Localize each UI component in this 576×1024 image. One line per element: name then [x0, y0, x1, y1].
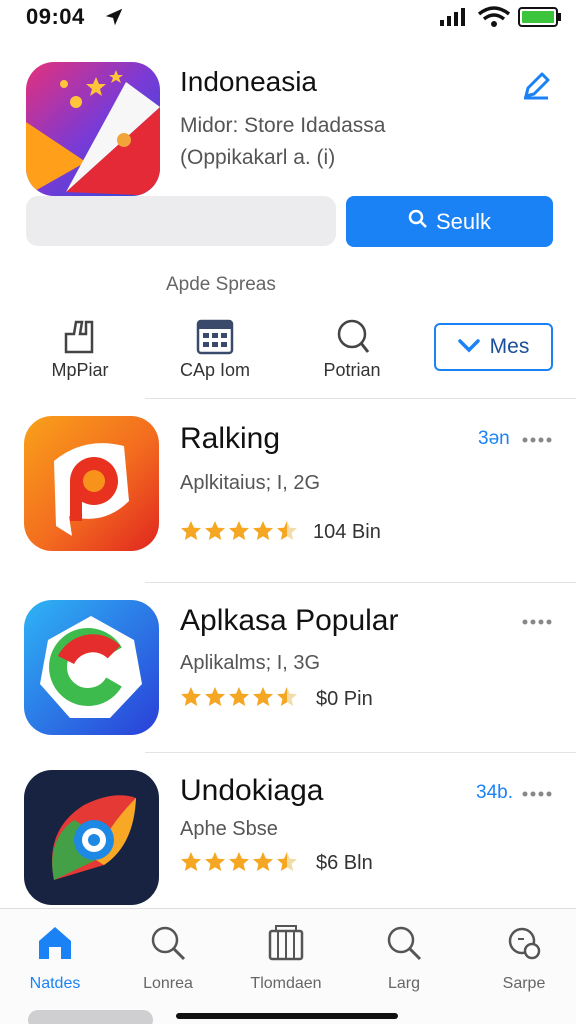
star-icon — [277, 852, 297, 871]
hero-subtitle: Midor: Store Idadassa — [180, 114, 386, 137]
section-label: Apde Spreas — [166, 274, 276, 295]
app-rating-count: 104 Bin — [313, 521, 381, 543]
divider — [145, 752, 576, 753]
home-icon — [5, 917, 105, 969]
category-label: MpPiar — [51, 360, 109, 380]
star-icon — [253, 687, 273, 706]
app-icon-ralking[interactable] — [24, 416, 159, 551]
category-label: CAp Iom — [179, 360, 251, 380]
location-arrow-icon — [103, 6, 125, 33]
category-item-2[interactable]: Potrian — [292, 316, 412, 380]
app-title: Aplkasa Popular — [180, 604, 399, 637]
star-icon — [277, 687, 297, 706]
category-item-1[interactable]: CAp Iom — [155, 316, 275, 380]
divider — [145, 398, 576, 399]
star-icon — [253, 852, 273, 871]
profile-icon — [474, 917, 574, 969]
more-dots-icon[interactable] — [522, 786, 552, 804]
search-icon — [408, 209, 428, 235]
apps-icon — [236, 917, 336, 969]
star-icon — [277, 521, 297, 540]
tab-home[interactable]: Natdes — [5, 917, 105, 993]
app-subtitle: Aplikalms; I, 3G — [180, 652, 321, 674]
rating-stars — [180, 520, 298, 542]
star-icon — [181, 521, 201, 540]
rating-stars — [180, 686, 298, 708]
peek-card — [28, 1010, 153, 1024]
star-icon — [205, 852, 225, 871]
battery-icon — [518, 7, 562, 32]
search-icon — [354, 917, 454, 969]
app-rating-count: $6 Bln — [316, 852, 373, 874]
search-button[interactable]: Seulk — [346, 196, 553, 247]
tab-label: Natdes — [29, 975, 81, 992]
search-input[interactable] — [26, 196, 336, 246]
category-label: Potrian — [323, 360, 381, 380]
app-subtitle: Aphe Sbse — [180, 818, 278, 840]
app-icon-popular[interactable] — [24, 600, 159, 735]
hero-app-icon[interactable] — [26, 62, 160, 196]
app-title: Undokiaga — [180, 774, 324, 807]
app-rank: 3ən — [478, 428, 510, 449]
tab-search[interactable]: Lonrea — [118, 917, 218, 993]
app-title: Ralking — [180, 422, 281, 455]
search-icon — [292, 316, 412, 356]
divider — [145, 582, 576, 583]
tab-label: Sarpe — [502, 975, 546, 992]
star-icon — [205, 521, 225, 540]
app-rank: 34b. — [476, 782, 513, 803]
edit-icon[interactable] — [520, 70, 552, 107]
tab-label: Lonrea — [143, 975, 193, 992]
home-indicator[interactable] — [176, 1013, 398, 1019]
rating-stars — [180, 851, 298, 873]
app-subtitle: Aplkitaius; I, 2G — [180, 472, 321, 494]
hand-icon — [20, 316, 140, 356]
app-icon-undokiaga[interactable] — [24, 770, 159, 905]
more-button-label: Mes — [489, 335, 530, 358]
signal-icon — [440, 8, 468, 31]
status-time: 09:04 — [26, 4, 85, 29]
hero-meta: (Oppikakarl a. (i) — [180, 146, 336, 169]
app-rating-count: $0 Pin — [316, 688, 373, 710]
tab-label: Tlomdaen — [250, 975, 322, 992]
tab-search-2[interactable]: Larg — [354, 917, 454, 993]
status-bar: 09:04 — [0, 0, 576, 36]
calendar-icon — [155, 316, 275, 356]
tab-label: Larg — [387, 975, 421, 992]
star-icon — [181, 687, 201, 706]
tab-profile[interactable]: Sarpe — [474, 917, 574, 993]
more-dots-icon[interactable] — [522, 432, 552, 450]
hero-title: Indoneasia — [180, 66, 318, 97]
star-icon — [205, 687, 225, 706]
star-icon — [181, 852, 201, 871]
star-icon — [229, 852, 249, 871]
chevron-down-icon — [457, 335, 480, 359]
star-icon — [229, 687, 249, 706]
star-icon — [229, 521, 249, 540]
wifi-icon — [477, 6, 511, 33]
tab-bar: Natdes Lonrea Tlomdaen Larg Sarpe — [0, 908, 576, 1024]
search-icon — [118, 917, 218, 969]
more-dots-icon[interactable] — [522, 614, 552, 632]
search-button-label: Seulk — [435, 208, 492, 234]
tab-apps[interactable]: Tlomdaen — [236, 917, 336, 993]
category-item-0[interactable]: MpPiar — [20, 316, 140, 380]
star-icon — [253, 521, 273, 540]
more-button[interactable]: Mes — [434, 323, 553, 371]
